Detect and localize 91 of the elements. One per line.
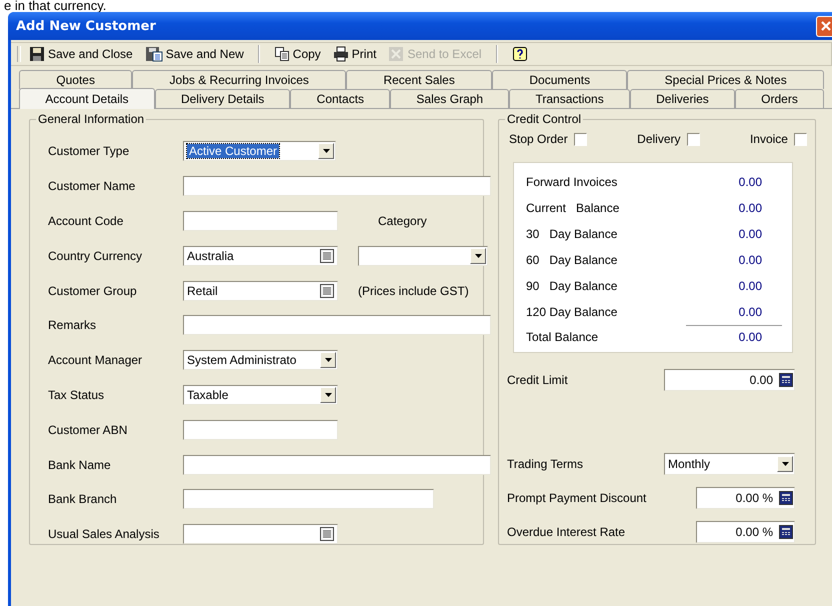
tab[interactable]: Orders: [734, 89, 824, 108]
checkbox[interactable]: [794, 132, 807, 146]
balance-value: 0.00: [738, 201, 762, 215]
calculator-icon[interactable]: [779, 373, 793, 387]
field-label: Usual Sales Analysis: [48, 527, 160, 542]
dropdown[interactable]: Active Customer: [183, 141, 336, 162]
checkbox-label: Delivery: [637, 132, 680, 146]
input-field[interactable]: [183, 176, 491, 196]
field-label: Trading Terms: [507, 457, 584, 471]
group-title: Credit Control: [505, 112, 584, 126]
field-label: Category: [377, 214, 428, 228]
tab[interactable]: Transactions: [509, 89, 630, 108]
field-label: Account Manager: [48, 353, 144, 368]
field-label: Bank Name: [48, 458, 112, 472]
lookup-field[interactable]: [183, 524, 338, 544]
copy-icon: [274, 46, 290, 62]
input-field[interactable]: [183, 454, 491, 475]
tab[interactable]: Documents: [492, 70, 628, 89]
caret-icon[interactable]: [474, 254, 482, 258]
checkbox[interactable]: [574, 132, 587, 146]
tab[interactable]: Recent Sales: [346, 70, 492, 89]
checkbox[interactable]: [686, 132, 700, 146]
floppy-document-icon: [144, 46, 163, 62]
list-icon[interactable]: [320, 527, 334, 542]
field-label: Customer ABN: [48, 422, 128, 437]
field-label: Tax Status: [48, 388, 106, 402]
toolbar-button[interactable]: Copy: [270, 45, 325, 63]
balance-label: Forward Invoices: [526, 175, 618, 189]
balance-value: 0.00: [738, 253, 762, 267]
input-field[interactable]: [183, 420, 338, 440]
field-label: Customer Name: [48, 179, 136, 194]
lookup-field[interactable]: Retail: [183, 280, 338, 301]
field-label: Customer Type: [48, 144, 130, 158]
tab[interactable]: Sales Graph: [390, 89, 510, 108]
balance-value: 0.00: [738, 305, 762, 319]
field-label: Account Code: [48, 214, 124, 228]
balance-value: 0.00: [738, 330, 762, 344]
input-field[interactable]: [183, 210, 338, 231]
balance-label: Total Balance: [526, 330, 600, 344]
tab[interactable]: Special Prices & Notes: [627, 70, 824, 89]
dropdown[interactable]: System Administrato: [183, 350, 338, 370]
balance-label: Current Balance: [526, 201, 620, 215]
calculator-icon[interactable]: [779, 525, 793, 539]
list-icon[interactable]: [320, 248, 334, 263]
dropdown[interactable]: Taxable: [183, 384, 338, 405]
field-label: Bank Branch: [48, 492, 118, 506]
group-title: General Information: [36, 112, 146, 126]
number-field[interactable]: 0.00 %: [696, 487, 795, 509]
tab[interactable]: Delivery Details: [154, 89, 290, 108]
tab[interactable]: Account Details: [19, 88, 155, 109]
balance-label: 90 Day Balance: [526, 279, 618, 293]
balance-label: 30 Day Balance: [526, 227, 618, 241]
close-icon[interactable]: [820, 20, 832, 32]
balance-value: 0.00: [738, 227, 762, 241]
toolbar-button[interactable]: Print: [328, 45, 380, 63]
help-icon: [512, 46, 528, 62]
caret-icon[interactable]: [324, 358, 332, 362]
field-label: Prompt Payment Discount: [507, 491, 646, 505]
tab[interactable]: Quotes: [19, 70, 132, 89]
tab[interactable]: Deliveries: [630, 89, 735, 108]
price-note: (Prices include GST): [358, 284, 470, 298]
tab[interactable]: Jobs & Recurring Invoices: [132, 70, 346, 89]
field-label: Credit Limit: [507, 373, 568, 387]
number-field[interactable]: 0.00: [664, 369, 795, 391]
caret-icon[interactable]: [782, 462, 788, 466]
close-button[interactable]: [816, 16, 832, 36]
balance-label: 60 Day Balance: [526, 253, 618, 267]
field-label: Country Currency: [48, 248, 144, 263]
window-title: Add New Customer: [16, 18, 156, 34]
input-field[interactable]: [183, 315, 491, 336]
balance-label: 120 Day Balance: [526, 305, 618, 319]
field-label: Customer Group: [48, 284, 138, 298]
number-field[interactable]: 0.00 %: [696, 521, 795, 543]
tab[interactable]: Contacts: [290, 89, 390, 108]
caret-icon[interactable]: [324, 392, 332, 397]
lookup-field[interactable]: Australia: [183, 246, 338, 266]
field-label: Remarks: [48, 318, 98, 332]
list-icon[interactable]: [320, 284, 334, 298]
checkbox-label: Invoice: [750, 132, 788, 146]
dropdown[interactable]: Monthly: [664, 453, 795, 475]
toolbar-button[interactable]: Save and New: [140, 45, 248, 63]
input-field[interactable]: [183, 489, 434, 510]
caret-icon[interactable]: [322, 149, 330, 154]
balance-value: 0.00: [738, 279, 762, 293]
printer-icon: [332, 46, 349, 62]
balance-value: 0.00: [738, 175, 762, 189]
toolbar-button[interactable]: Save and Close: [25, 45, 137, 63]
field-label: Overdue Interest Rate: [507, 525, 626, 539]
calculator-icon[interactable]: [779, 491, 793, 505]
checkbox-label: Stop Order: [509, 132, 568, 146]
caption-text: e in that currency.: [3, 0, 108, 12]
